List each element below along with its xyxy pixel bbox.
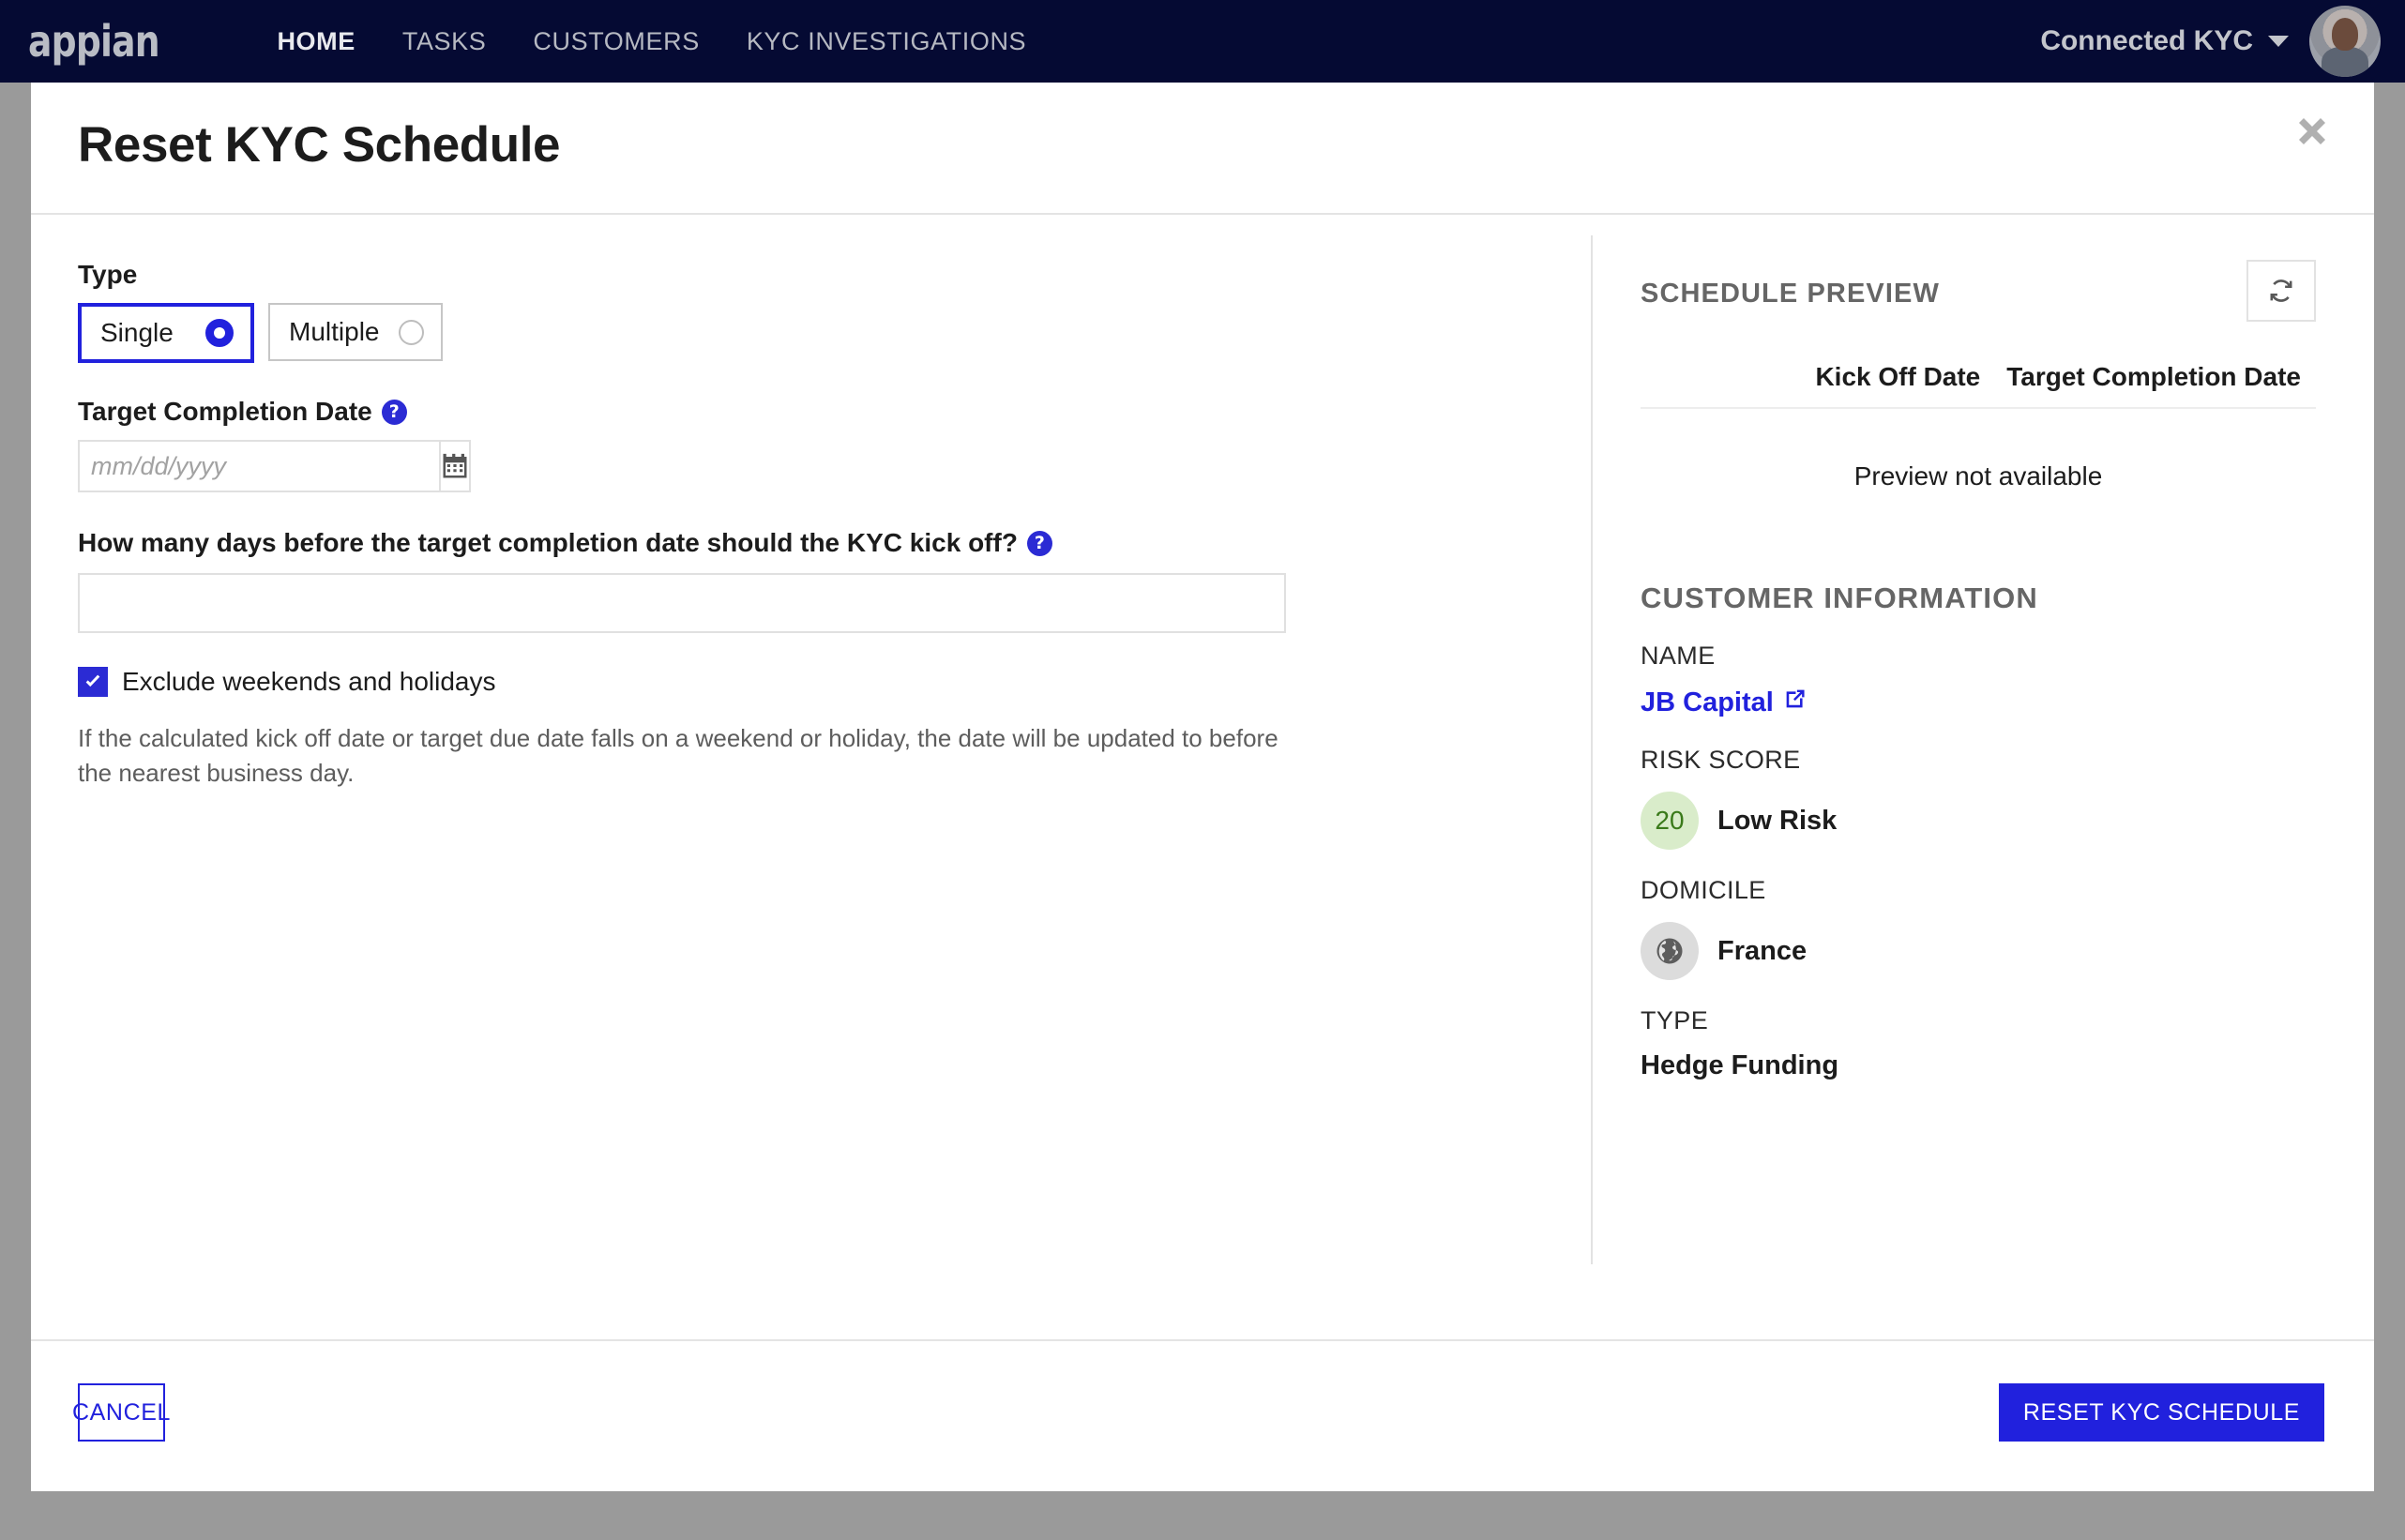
column-header-target-completion-date: Target Completion Date bbox=[2006, 362, 2301, 391]
radio-icon-multiple[interactable] bbox=[399, 319, 424, 345]
customer-type-value: Hedge Funding bbox=[1641, 1050, 1839, 1080]
globe-icon bbox=[1641, 922, 1699, 980]
type-radio-group: Single Multiple bbox=[78, 303, 1591, 363]
risk-score-row: 20 Low Risk bbox=[1641, 792, 2316, 850]
info-pane: SCHEDULE PREVIEW Kick Off Date Target Co… bbox=[1591, 215, 2374, 1339]
exclude-weekends-checkbox-row[interactable]: Exclude weekends and holidays bbox=[78, 667, 1591, 697]
domicile-label: DOMICILE bbox=[1641, 876, 1766, 904]
page-title: Reset KYC Schedule bbox=[78, 117, 561, 173]
nav-item-kyc-investigations[interactable]: KYC INVESTIGATIONS bbox=[747, 27, 1026, 56]
kickoff-days-label: How many days before the target completi… bbox=[78, 528, 1591, 558]
kickoff-days-input[interactable] bbox=[78, 573, 1286, 633]
target-completion-date-field bbox=[78, 440, 471, 492]
cancel-button[interactable]: CANCEL bbox=[72, 1383, 170, 1442]
dialog-body: Type Single Multiple Target Completion D… bbox=[31, 215, 2374, 1339]
kickoff-days-label-text: How many days before the target completi… bbox=[78, 528, 1018, 557]
schedule-preview-header-row: Kick Off Date Target Completion Date bbox=[1641, 362, 2316, 409]
appian-logo[interactable]: appian bbox=[28, 20, 160, 63]
column-header-kick-off-date: Kick Off Date bbox=[1815, 362, 1981, 391]
external-link-icon[interactable] bbox=[1782, 686, 1808, 719]
checkmark-icon[interactable] bbox=[78, 667, 108, 697]
help-circle-icon[interactable]: ? bbox=[381, 399, 407, 425]
close-icon[interactable] bbox=[2284, 103, 2340, 159]
exclude-weekends-help-text: If the calculated kick off date or targe… bbox=[78, 724, 1278, 787]
dialog-footer: CANCEL RESET KYC SCHEDULE bbox=[31, 1339, 2374, 1491]
target-completion-date-label: Target Completion Date ? bbox=[78, 397, 1591, 427]
type-option-single-label: Single bbox=[100, 318, 174, 347]
chevron-down-icon[interactable] bbox=[2268, 36, 2289, 47]
modal-backdrop bbox=[0, 1491, 2405, 1540]
schedule-preview-empty-message: Preview not available bbox=[1853, 461, 2103, 491]
type-label: Type bbox=[78, 260, 1591, 290]
customer-name-link[interactable]: JB Capital bbox=[1641, 686, 1808, 719]
exclude-weekends-label: Exclude weekends and holidays bbox=[122, 667, 496, 696]
target-completion-date-label-text: Target Completion Date bbox=[78, 397, 372, 426]
customer-name-label: NAME bbox=[1641, 642, 1716, 670]
reset-kyc-schedule-button[interactable]: RESET KYC SCHEDULE bbox=[1998, 1383, 2324, 1442]
risk-score-text: Low Risk bbox=[1717, 805, 1838, 836]
top-navigation-bar: appian HOME TASKS CUSTOMERS KYC INVESTIG… bbox=[0, 0, 2405, 83]
dialog-header: Reset KYC Schedule bbox=[31, 83, 2374, 215]
customer-information-title: CUSTOMER INFORMATION bbox=[1641, 581, 2038, 614]
customer-name-value: JB Capital bbox=[1641, 687, 1774, 717]
nav-item-tasks[interactable]: TASKS bbox=[402, 27, 487, 56]
customer-type-label: TYPE bbox=[1641, 1006, 1709, 1034]
nav-item-customers[interactable]: CUSTOMERS bbox=[533, 27, 699, 56]
user-menu-label[interactable]: Connected KYC bbox=[2040, 25, 2253, 57]
type-option-multiple-label: Multiple bbox=[289, 317, 380, 346]
target-completion-date-input[interactable] bbox=[78, 440, 439, 492]
type-label-text: Type bbox=[78, 260, 138, 289]
nav-item-home[interactable]: HOME bbox=[277, 27, 355, 56]
nav-right-group: Connected KYC bbox=[2040, 0, 2381, 83]
reset-kyc-schedule-dialog: Reset KYC Schedule Type Single Multiple bbox=[31, 83, 2374, 1491]
schedule-preview-table: Kick Off Date Target Completion Date Pre… bbox=[1641, 362, 2316, 491]
domicile-value: France bbox=[1717, 935, 1808, 966]
status-badge: 20 bbox=[1641, 792, 1699, 850]
help-circle-icon[interactable]: ? bbox=[1026, 530, 1052, 556]
schedule-preview-title: SCHEDULE PREVIEW bbox=[1641, 279, 1940, 309]
domicile-row: France bbox=[1641, 922, 2316, 980]
risk-score-label: RISK SCORE bbox=[1641, 746, 1801, 774]
radio-icon-single[interactable] bbox=[205, 319, 234, 347]
avatar[interactable] bbox=[2309, 6, 2381, 77]
type-option-multiple[interactable]: Multiple bbox=[268, 303, 443, 361]
primary-nav: HOME TASKS CUSTOMERS KYC INVESTIGATIONS bbox=[277, 27, 1026, 56]
form-pane: Type Single Multiple Target Completion D… bbox=[31, 215, 1591, 1339]
type-option-single[interactable]: Single bbox=[78, 303, 254, 363]
calendar-icon[interactable] bbox=[439, 440, 471, 492]
refresh-icon[interactable] bbox=[2246, 260, 2316, 322]
